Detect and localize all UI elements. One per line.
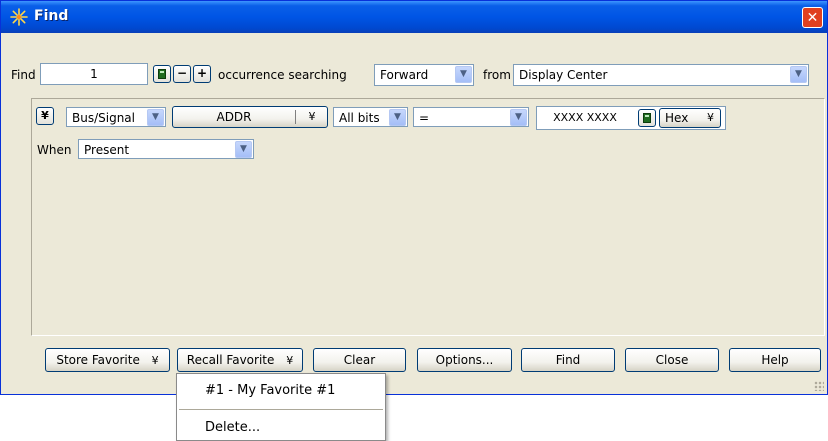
recall-favorite-button[interactable]: Recall Favorite ¥	[177, 348, 303, 372]
pattern-value: XXXX XXXX	[553, 111, 617, 124]
starburst-icon	[10, 8, 28, 26]
chevron-down-icon[interactable]: ▼	[510, 109, 527, 126]
menu-item-favorite-1[interactable]: #1 - My Favorite #1	[177, 378, 385, 404]
title-bar[interactable]: Find ✕	[1, 1, 827, 33]
find-dialog: Find ✕ Find 1 − + occurrence searching F…	[0, 0, 828, 395]
chevron-down-icon: ¥	[707, 111, 714, 124]
calculator-icon[interactable]	[153, 65, 171, 83]
close-button[interactable]: Close	[625, 348, 719, 372]
bits-select[interactable]: All bits ▼	[333, 107, 408, 127]
type-value: Bus/Signal	[72, 111, 135, 125]
calculator-icon[interactable]	[638, 109, 656, 127]
when-label: When	[37, 143, 72, 157]
expand-button[interactable]: ¥	[36, 107, 54, 125]
when-select[interactable]: Present ▼	[78, 139, 254, 159]
occurrence-label: occurrence searching	[218, 68, 347, 82]
recall-favorite-menu: #1 - My Favorite #1 Delete...	[176, 373, 386, 441]
close-window-button[interactable]: ✕	[802, 7, 823, 28]
chevron-down-icon[interactable]: ▼	[235, 141, 252, 158]
operator-value: =	[419, 111, 430, 125]
find-label: Find	[11, 68, 36, 82]
increment-button[interactable]: +	[193, 65, 211, 83]
window-title: Find	[34, 8, 69, 24]
chevron-down-icon[interactable]: ▼	[455, 66, 472, 83]
bus-value: ADDR	[216, 110, 252, 124]
from-select[interactable]: Display Center ▼	[513, 64, 809, 86]
chevron-down-icon: ¥	[308, 110, 316, 123]
occurrence-input[interactable]: 1	[40, 63, 148, 85]
radix-select-button[interactable]: Hex ¥	[659, 108, 721, 128]
when-value: Present	[84, 143, 130, 157]
find-button[interactable]: Find	[521, 348, 615, 372]
menu-separator	[179, 409, 383, 410]
radix-value: Hex	[665, 111, 689, 125]
chevron-down-icon[interactable]: ▼	[790, 66, 807, 83]
direction-select[interactable]: Forward ▼	[374, 64, 474, 86]
help-button[interactable]: Help	[729, 348, 821, 372]
bits-value: All bits	[339, 111, 380, 125]
menu-item-delete[interactable]: Delete...	[177, 415, 385, 441]
recall-favorite-label: Recall Favorite	[186, 353, 275, 367]
criteria-panel: ¥ Bus/Signal ▼ ADDR ¥ All bits ▼ = ▼ XXX…	[31, 98, 825, 336]
separator	[295, 110, 296, 124]
pattern-field[interactable]: XXXX XXXX Hex ¥	[536, 106, 726, 130]
options-button[interactable]: Options...	[417, 348, 512, 372]
store-favorite-button[interactable]: Store Favorite ¥	[45, 348, 170, 372]
decrement-button[interactable]: −	[173, 65, 191, 83]
chevron-down-icon[interactable]: ▼	[389, 109, 406, 126]
bus-select-button[interactable]: ADDR ¥	[172, 106, 328, 128]
type-select[interactable]: Bus/Signal ▼	[66, 107, 166, 127]
chevron-down-icon[interactable]: ▼	[147, 109, 164, 126]
clear-button[interactable]: Clear	[313, 348, 406, 372]
operator-select[interactable]: = ▼	[413, 107, 529, 127]
from-value: Display Center	[519, 68, 608, 82]
resize-grip-icon[interactable]	[814, 381, 824, 391]
store-favorite-label: Store Favorite	[56, 353, 140, 367]
chevron-down-icon: ¥	[151, 354, 159, 367]
from-label: from	[483, 68, 511, 82]
chevron-down-icon: ¥	[286, 354, 294, 367]
direction-value: Forward	[380, 68, 429, 82]
